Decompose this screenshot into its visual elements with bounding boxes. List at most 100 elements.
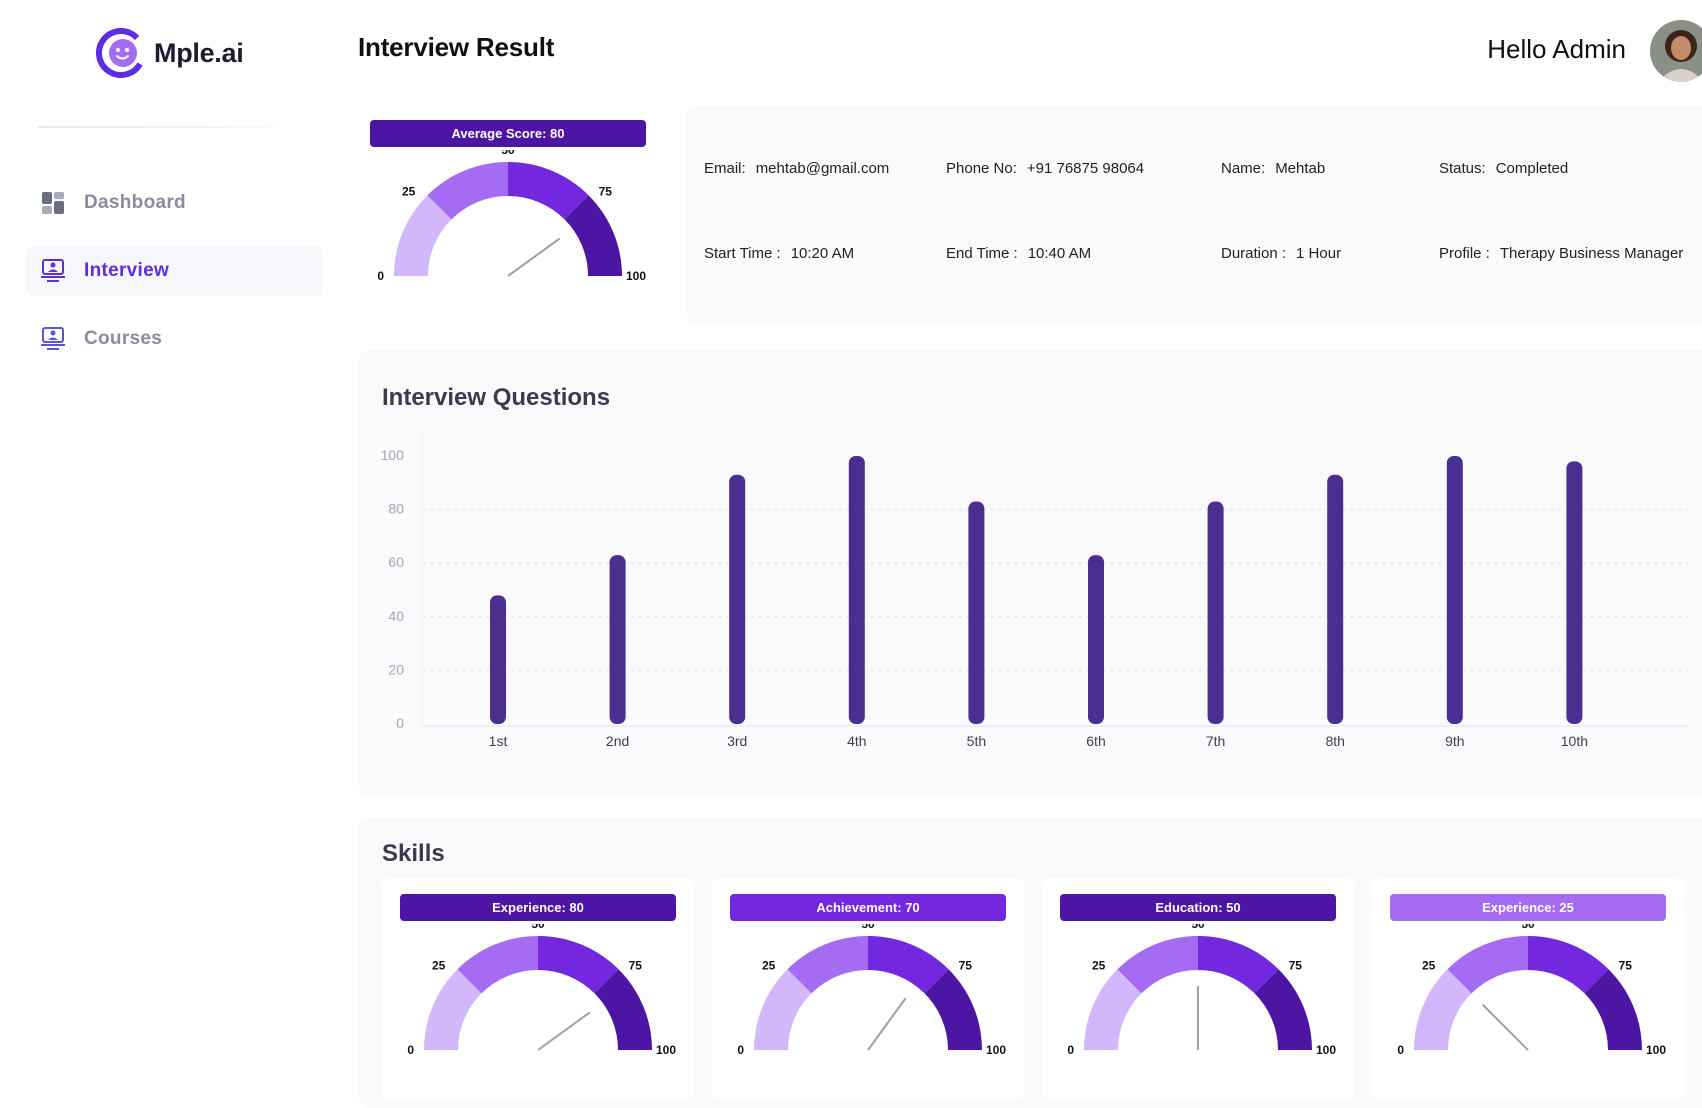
gauge-needle [867, 997, 907, 1051]
gauge-tick-label: 50 [1521, 924, 1535, 931]
x-tick-label: 6th [1086, 733, 1105, 749]
monitor-user-icon [40, 258, 66, 284]
gauge-chart: 0 25 50 75 100 [377, 150, 646, 283]
monitor-user-icon [40, 326, 66, 352]
skill-badge: Experience: 80 [400, 894, 676, 921]
bar [1566, 461, 1583, 724]
skill-gauge: Achievement: 70 0 25 50 75 100 [712, 878, 1024, 1100]
x-tick-label: 9th [1445, 733, 1464, 749]
bar [1088, 555, 1104, 724]
gauge-tick-label: 0 [1397, 1043, 1404, 1057]
greeting-text: Hello Admin [1487, 34, 1626, 64]
sidebar-item-label: Courses [84, 328, 163, 349]
x-tick-label: 3rd [727, 733, 747, 749]
start-time-info: Start Time :10:20 AM [704, 245, 855, 262]
x-tick-label: 7th [1206, 733, 1225, 749]
x-tick-label: 4th [847, 733, 866, 749]
y-tick-label: 20 [388, 661, 404, 677]
duration-info: Duration :1 Hour [1221, 245, 1342, 262]
sidebar-item-label: Interview [84, 260, 170, 281]
gauge-chart: 0 25 50 75 100 [737, 924, 1006, 1057]
gauge-tick-label: 75 [959, 958, 973, 972]
interview-questions-card: Interview Questions 0 20 40 60 80 100 1st 2nd 3r… [358, 350, 1702, 796]
gauge-tick-label: 0 [377, 269, 384, 283]
interview-questions-bar-chart: 0 20 40 60 80 100 1st 2nd 3rd 4th 5th 6th 7th 8th 9th 1… [381, 434, 1688, 749]
gauge-tick-label: 100 [1646, 1043, 1666, 1057]
page-title: Interview Result [358, 32, 555, 62]
skill-badge: Achievement: 70 [730, 894, 1006, 921]
gauge-needle [537, 1011, 591, 1051]
sidebar-item-dashboard[interactable]: Dashboard [26, 178, 322, 228]
gauge-tick-label: 25 [402, 184, 416, 198]
gauge-tick-label: 75 [1289, 958, 1303, 972]
bar [1207, 501, 1224, 724]
gauge-tick-label: 0 [1067, 1043, 1074, 1057]
x-tick-label: 5th [967, 733, 986, 749]
gauge-needle [1482, 1004, 1529, 1051]
gauge-chart: 0 25 50 75 100 [1067, 924, 1336, 1057]
sidebar: Mple.ai Dashboard Interview Courses [0, 0, 340, 1102]
gauge-tick-label: 75 [629, 958, 643, 972]
gauge-tick-label: 25 [1422, 958, 1436, 972]
gauge-tick-label: 0 [407, 1043, 414, 1057]
gauge-tick-label: 75 [1619, 958, 1633, 972]
gauge-chart: 0 25 50 75 100 [1397, 924, 1666, 1057]
bar [1327, 474, 1344, 724]
gauge-tick-label: 50 [501, 150, 515, 157]
x-tick-label: 10th [1561, 733, 1588, 749]
sidebar-item-courses[interactable]: Courses [26, 314, 322, 364]
bar [609, 555, 626, 724]
app-name: Mple.ai [154, 37, 244, 68]
sidebar-item-label: Dashboard [84, 192, 186, 213]
dashboard-icon [40, 190, 66, 216]
profile-info: Profile : Therapy Business Manager [1439, 245, 1684, 262]
y-tick-label: 0 [396, 715, 404, 731]
y-tick-label: 40 [388, 608, 404, 624]
end-time-info: End Time :10:40 AM [946, 245, 1092, 262]
bar [848, 456, 865, 724]
gauge-tick-label: 50 [861, 924, 875, 931]
sidebar-item-interview[interactable]: Interview [26, 246, 322, 296]
bar [1446, 456, 1463, 724]
name-info: Name: Mehtab [1221, 160, 1326, 177]
bar [729, 474, 746, 724]
sidebar-nav: Dashboard Interview Courses [26, 178, 322, 382]
skills-card: Skills Experience: 80 0 25 50 75 100 Achieve… [358, 818, 1702, 1108]
skill-badge: Experience: 25 [1390, 894, 1666, 921]
email-info: Email: mehtab@gmail.com [704, 160, 890, 177]
bar [490, 595, 506, 724]
gauge-tick-label: 25 [762, 958, 776, 972]
gauge-tick-label: 25 [432, 958, 446, 972]
x-tick-label: 8th [1325, 733, 1344, 749]
y-tick-label: 80 [388, 501, 404, 517]
app-logo[interactable]: Mple.ai [96, 28, 244, 78]
skills-title: Skills [382, 840, 445, 867]
gauge-tick-label: 100 [656, 1043, 676, 1057]
avatar[interactable] [1650, 20, 1702, 82]
gauge-tick-label: 100 [626, 269, 646, 283]
gauge-chart: 0 25 50 75 100 [407, 924, 676, 1057]
phone-info: Phone No: +91 76875 98064 [946, 160, 1145, 177]
y-tick-label: 100 [381, 447, 405, 463]
x-tick-label: 2nd [606, 733, 629, 749]
average-score-badge: Average Score: 80 [370, 120, 646, 147]
skill-gauge: Experience: 80 0 25 50 75 100 [382, 878, 694, 1100]
y-tick-label: 60 [388, 554, 404, 570]
skill-badge: Education: 50 [1060, 894, 1336, 921]
gauge-tick-label: 75 [599, 184, 613, 198]
candidate-info-card: Email: mehtab@gmail.com Phone No: +91 7687… [686, 106, 1702, 324]
skill-gauge: Education: 50 0 25 50 75 100 [1042, 878, 1354, 1100]
x-tick-label: 1st [489, 733, 508, 749]
gauge-tick-label: 100 [986, 1043, 1006, 1057]
logo-icon [96, 28, 146, 78]
bar [968, 501, 985, 724]
gauge-tick-label: 50 [1191, 924, 1205, 931]
user-avatar-icon [1650, 20, 1702, 82]
gauge-tick-label: 0 [737, 1043, 744, 1057]
skill-gauge: Experience: 25 0 25 50 75 100 [1372, 878, 1684, 1100]
status-info: Status: Completed [1439, 160, 1569, 177]
sidebar-divider [38, 126, 298, 128]
gauge-tick-label: 100 [1316, 1043, 1336, 1057]
gauge-needle [507, 237, 561, 277]
gauge-tick-label: 25 [1092, 958, 1106, 972]
